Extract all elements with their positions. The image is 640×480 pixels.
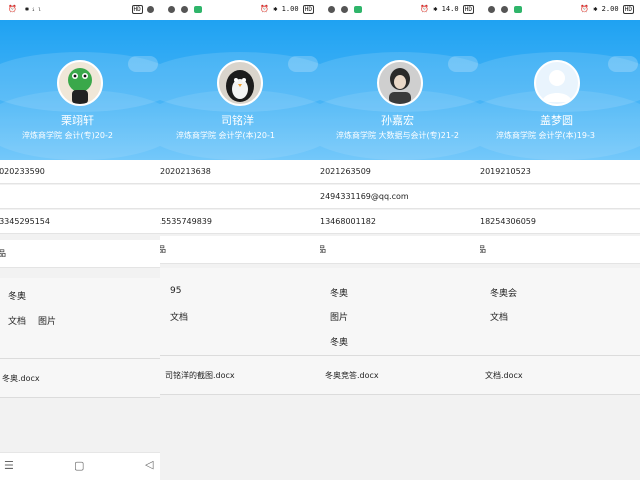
email-row: 2494331169@qq.com	[320, 185, 480, 209]
battery-icon	[147, 5, 154, 13]
profile-header: 盖梦圆 淬炼商学院 会计学(本)19-3	[480, 20, 640, 160]
profile-header: 孙嘉宏 淬炼商学院 大数据与会计(专)21-2	[320, 20, 480, 160]
status-bar: ⏰ ✱ 2.00 HD	[480, 0, 640, 20]
default-avatar-icon	[542, 70, 572, 102]
panel-2: ⏰ ✱ 1.00 HD 司铭洋 淬炼商学院 会计学(本)20-1 2020213…	[160, 0, 320, 480]
status-icons: ⏰ ✱ 1.00	[260, 5, 299, 13]
app-icon	[354, 5, 363, 13]
email-row	[480, 185, 640, 209]
file-name[interactable]: 冬奥.docx	[2, 359, 40, 399]
panel-3: ⏰ ✱ 14.0 HD 孙嘉宏 淬炼商学院 大数据与会计(专)21-2 2021…	[320, 0, 480, 480]
file-name[interactable]: 文档.docx	[485, 356, 523, 396]
user-name: 孙嘉宏	[381, 114, 414, 127]
avatar[interactable]	[57, 60, 103, 106]
file-row[interactable]: 文档.docx	[480, 355, 640, 395]
panel-4: ⏰ ✱ 2.00 HD 盖梦圆 淬炼商学院 会计学(本)19-3 2019210…	[480, 0, 640, 480]
user-name: 栗翊轩	[61, 114, 94, 127]
folder-section: 冬奥 文档 图片	[0, 278, 160, 358]
category-row[interactable]: 品	[480, 236, 640, 264]
chat-icon	[341, 5, 349, 13]
phone-row: 13345295154	[0, 210, 160, 234]
hd-badge: HD	[302, 5, 314, 14]
folder-name[interactable]: 冬奥	[330, 335, 348, 348]
student-id-row: 2020233590	[0, 160, 160, 184]
wechat-icon	[168, 5, 175, 13]
app-icon	[194, 5, 203, 13]
profile-header: 司铭洋 淬炼商学院 会计学(本)20-1	[160, 20, 320, 160]
hd-badge: HD	[462, 5, 474, 14]
status-icons: ⏰ ✱ᵢₗ	[8, 5, 44, 13]
folder-section: 95 文档	[160, 268, 320, 356]
file-row[interactable]: 冬奥.docx	[0, 358, 160, 398]
category-row[interactable]: 品	[320, 236, 480, 264]
section-title: 冬奥会	[490, 289, 518, 299]
file-name[interactable]: 冬奥竞答.docx	[325, 356, 379, 396]
status-icons: ⏰ ✱ 14.0	[420, 5, 459, 13]
section-title: 95	[170, 286, 182, 296]
status-bar: ⏰ ✱ 14.0 HD	[320, 0, 480, 20]
email-row	[160, 185, 320, 209]
category-row[interactable]: 品	[160, 236, 320, 264]
phone-row: 15535749839	[160, 210, 320, 234]
profile-header: 栗翊轩 淬炼商学院 会计(专)20-2	[0, 20, 160, 160]
avatar[interactable]	[534, 60, 580, 106]
user-school: 淬炼商学院 会计学(本)19-3	[496, 131, 595, 140]
status-bar: ⏰ ✱ 1.00 HD	[160, 0, 320, 20]
tag-doc[interactable]: 文档	[170, 310, 188, 323]
avatar-frog-icon	[68, 68, 92, 104]
phone-row: 18254306059	[480, 210, 640, 234]
tag-doc[interactable]: 文档	[490, 310, 508, 323]
status-bar: ⏰ ✱ᵢₗ HD	[0, 0, 160, 20]
phone-row: 13468001182	[320, 210, 480, 234]
user-school: 淬炼商学院 会计(专)20-2	[22, 131, 113, 140]
email-row	[0, 185, 160, 209]
chat-icon	[181, 5, 189, 13]
menu-icon[interactable]: ☰	[4, 459, 14, 472]
section-title: 冬奥	[8, 292, 27, 302]
chat-icon	[501, 5, 509, 13]
tag-image[interactable]: 图片	[38, 314, 56, 327]
file-row[interactable]: 冬奥竞答.docx	[320, 355, 480, 395]
file-row[interactable]: 司铭洋的截图.docx	[160, 355, 320, 395]
tag-doc[interactable]: 文档	[8, 314, 26, 327]
avatar[interactable]	[217, 60, 263, 106]
category-row[interactable]: 品	[0, 240, 160, 268]
status-icons: ⏰ ✱ 2.00	[580, 5, 619, 13]
hd-badge: HD	[131, 5, 143, 14]
hd-badge: HD	[622, 5, 634, 14]
system-nav-bar: ☰ ▢	[0, 452, 160, 480]
file-name[interactable]: 司铭洋的截图.docx	[165, 356, 235, 396]
avatar-penguin-icon	[226, 70, 254, 102]
back-icon[interactable]: ◁	[145, 458, 153, 471]
user-school: 淬炼商学院 大数据与会计(专)21-2	[336, 131, 459, 140]
section-title: 冬奥	[330, 289, 349, 299]
tag-image[interactable]: 图片	[330, 310, 348, 323]
wechat-icon	[328, 5, 335, 13]
wechat-icon	[488, 5, 495, 13]
student-id-row: 2019210523	[480, 160, 640, 184]
user-school: 淬炼商学院 会计学(本)20-1	[176, 131, 275, 140]
student-id-row: 2020213638	[160, 160, 320, 184]
app-icon	[514, 5, 523, 13]
folder-section: 冬奥会 文档	[480, 268, 640, 356]
panel-1: ⏰ ✱ᵢₗ HD 栗翊轩 淬炼商学院 会计(专)20-2 2020233590 …	[0, 0, 160, 480]
avatar[interactable]	[377, 60, 423, 106]
user-name: 司铭洋	[221, 114, 254, 127]
avatar-photo-icon	[379, 62, 421, 104]
home-icon[interactable]: ▢	[74, 459, 84, 472]
user-name: 盖梦圆	[540, 114, 573, 127]
student-id-row: 2021263509	[320, 160, 480, 184]
folder-section: 冬奥 图片 冬奥	[320, 268, 480, 356]
